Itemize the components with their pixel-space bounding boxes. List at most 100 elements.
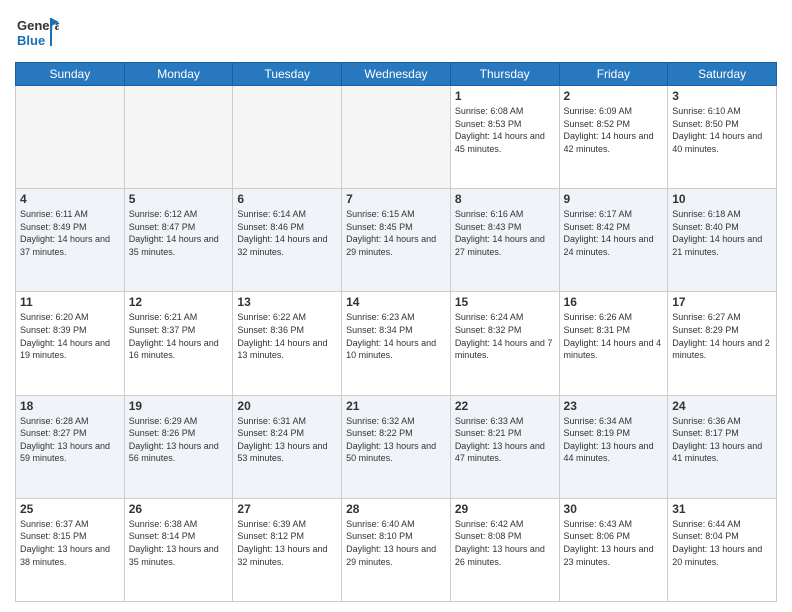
calendar-cell: [233, 86, 342, 189]
calendar-cell: 22 Sunrise: 6:33 AMSunset: 8:21 PMDayligh…: [450, 395, 559, 498]
day-number: 15: [455, 295, 555, 309]
calendar-cell: 2 Sunrise: 6:09 AMSunset: 8:52 PMDaylight…: [559, 86, 668, 189]
week-row-2: 11 Sunrise: 6:20 AMSunset: 8:39 PMDayligh…: [16, 292, 777, 395]
day-number: 10: [672, 192, 772, 206]
calendar-cell: 28 Sunrise: 6:40 AMSunset: 8:10 PMDayligh…: [342, 498, 451, 601]
day-number: 27: [237, 502, 337, 516]
day-number: 19: [129, 399, 229, 413]
week-row-3: 18 Sunrise: 6:28 AMSunset: 8:27 PMDayligh…: [16, 395, 777, 498]
day-info: Sunrise: 6:18 AMSunset: 8:40 PMDaylight:…: [672, 208, 772, 258]
day-info: Sunrise: 6:42 AMSunset: 8:08 PMDaylight:…: [455, 518, 555, 568]
day-header-saturday: Saturday: [668, 63, 777, 86]
calendar-cell: 26Sunrise: 6:38 AMSunset: 8:14 PMDayligh…: [124, 498, 233, 601]
calendar-cell: 18 Sunrise: 6:28 AMSunset: 8:27 PMDayligh…: [16, 395, 125, 498]
day-info: Sunrise: 6:38 AMSunset: 8:14 PMDaylight:…: [129, 518, 229, 568]
day-number: 6: [237, 192, 337, 206]
day-header-sunday: Sunday: [16, 63, 125, 86]
day-header-thursday: Thursday: [450, 63, 559, 86]
calendar-cell: 29 Sunrise: 6:42 AMSunset: 8:08 PMDayligh…: [450, 498, 559, 601]
calendar-cell: 19 Sunrise: 6:29 AMSunset: 8:26 PMDayligh…: [124, 395, 233, 498]
day-number: 18: [20, 399, 120, 413]
day-number: 23: [564, 399, 664, 413]
day-info: Sunrise: 6:26 AMSunset: 8:31 PMDaylight:…: [564, 311, 664, 361]
day-info: Sunrise: 6:31 AMSunset: 8:24 PMDaylight:…: [237, 415, 337, 465]
calendar-cell: 9Sunrise: 6:17 AMSunset: 8:42 PMDaylight…: [559, 189, 668, 292]
day-number: 2: [564, 89, 664, 103]
calendar-cell: 8 Sunrise: 6:16 AMSunset: 8:43 PMDaylight…: [450, 189, 559, 292]
day-number: 11: [20, 295, 120, 309]
day-number: 20: [237, 399, 337, 413]
calendar-header-row: SundayMondayTuesdayWednesdayThursdayFrid…: [16, 63, 777, 86]
day-number: 3: [672, 89, 772, 103]
day-info: Sunrise: 6:16 AMSunset: 8:43 PMDaylight:…: [455, 208, 555, 258]
day-info: Sunrise: 6:11 AMSunset: 8:49 PMDaylight:…: [20, 208, 120, 258]
day-number: 21: [346, 399, 446, 413]
logo-icon: General Blue: [15, 10, 59, 54]
day-number: 24: [672, 399, 772, 413]
day-info: Sunrise: 6:28 AMSunset: 8:27 PMDaylight:…: [20, 415, 120, 465]
day-number: 12: [129, 295, 229, 309]
day-number: 30: [564, 502, 664, 516]
calendar-cell: 20 Sunrise: 6:31 AMSunset: 8:24 PMDayligh…: [233, 395, 342, 498]
day-info: Sunrise: 6:32 AMSunset: 8:22 PMDaylight:…: [346, 415, 446, 465]
day-number: 1: [455, 89, 555, 103]
day-info: Sunrise: 6:23 AMSunset: 8:34 PMDaylight:…: [346, 311, 446, 361]
calendar-cell: 11 Sunrise: 6:20 AMSunset: 8:39 PMDayligh…: [16, 292, 125, 395]
day-info: Sunrise: 6:20 AMSunset: 8:39 PMDaylight:…: [20, 311, 120, 361]
page: General Blue SundayMondayTuesdayWednesda…: [0, 0, 792, 612]
svg-text:Blue: Blue: [17, 33, 45, 48]
day-number: 4: [20, 192, 120, 206]
calendar-cell: 15 Sunrise: 6:24 AMSunset: 8:32 PMDayligh…: [450, 292, 559, 395]
day-header-monday: Monday: [124, 63, 233, 86]
day-info: Sunrise: 6:21 AMSunset: 8:37 PMDaylight:…: [129, 311, 229, 361]
day-info: Sunrise: 6:29 AMSunset: 8:26 PMDaylight:…: [129, 415, 229, 465]
calendar-cell: 25 Sunrise: 6:37 AMSunset: 8:15 PMDayligh…: [16, 498, 125, 601]
day-number: 22: [455, 399, 555, 413]
calendar-cell: 27 Sunrise: 6:39 AMSunset: 8:12 PMDayligh…: [233, 498, 342, 601]
calendar-cell: 31Sunrise: 6:44 AMSunset: 8:04 PMDayligh…: [668, 498, 777, 601]
day-info: Sunrise: 6:37 AMSunset: 8:15 PMDaylight:…: [20, 518, 120, 568]
day-info: Sunrise: 6:40 AMSunset: 8:10 PMDaylight:…: [346, 518, 446, 568]
day-info: Sunrise: 6:39 AMSunset: 8:12 PMDaylight:…: [237, 518, 337, 568]
day-info: Sunrise: 6:14 AMSunset: 8:46 PMDaylight:…: [237, 208, 337, 258]
week-row-0: 1 Sunrise: 6:08 AMSunset: 8:53 PMDaylight…: [16, 86, 777, 189]
day-info: Sunrise: 6:36 AMSunset: 8:17 PMDaylight:…: [672, 415, 772, 465]
day-number: 7: [346, 192, 446, 206]
calendar-cell: 24 Sunrise: 6:36 AMSunset: 8:17 PMDayligh…: [668, 395, 777, 498]
day-info: Sunrise: 6:24 AMSunset: 8:32 PMDaylight:…: [455, 311, 555, 361]
calendar: SundayMondayTuesdayWednesdayThursdayFrid…: [15, 62, 777, 602]
calendar-cell: 16Sunrise: 6:26 AMSunset: 8:31 PMDayligh…: [559, 292, 668, 395]
calendar-cell: [16, 86, 125, 189]
day-info: Sunrise: 6:17 AMSunset: 8:42 PMDaylight:…: [564, 208, 664, 258]
day-header-friday: Friday: [559, 63, 668, 86]
calendar-cell: 21 Sunrise: 6:32 AMSunset: 8:22 PMDayligh…: [342, 395, 451, 498]
calendar-cell: 7 Sunrise: 6:15 AMSunset: 8:45 PMDaylight…: [342, 189, 451, 292]
calendar-cell: 10 Sunrise: 6:18 AMSunset: 8:40 PMDayligh…: [668, 189, 777, 292]
day-info: Sunrise: 6:33 AMSunset: 8:21 PMDaylight:…: [455, 415, 555, 465]
day-info: Sunrise: 6:08 AMSunset: 8:53 PMDaylight:…: [455, 105, 555, 155]
calendar-cell: 23 Sunrise: 6:34 AMSunset: 8:19 PMDayligh…: [559, 395, 668, 498]
calendar-cell: [342, 86, 451, 189]
calendar-cell: [124, 86, 233, 189]
day-header-tuesday: Tuesday: [233, 63, 342, 86]
day-number: 31: [672, 502, 772, 516]
calendar-cell: 13Sunrise: 6:22 AMSunset: 8:36 PMDayligh…: [233, 292, 342, 395]
day-number: 13: [237, 295, 337, 309]
day-number: 25: [20, 502, 120, 516]
calendar-cell: 12 Sunrise: 6:21 AMSunset: 8:37 PMDayligh…: [124, 292, 233, 395]
day-info: Sunrise: 6:15 AMSunset: 8:45 PMDaylight:…: [346, 208, 446, 258]
day-info: Sunrise: 6:12 AMSunset: 8:47 PMDaylight:…: [129, 208, 229, 258]
calendar-cell: 5Sunrise: 6:12 AMSunset: 8:47 PMDaylight…: [124, 189, 233, 292]
week-row-4: 25 Sunrise: 6:37 AMSunset: 8:15 PMDayligh…: [16, 498, 777, 601]
day-number: 28: [346, 502, 446, 516]
day-number: 29: [455, 502, 555, 516]
calendar-cell: 30Sunrise: 6:43 AMSunset: 8:06 PMDayligh…: [559, 498, 668, 601]
day-number: 8: [455, 192, 555, 206]
calendar-cell: 14 Sunrise: 6:23 AMSunset: 8:34 PMDayligh…: [342, 292, 451, 395]
day-header-wednesday: Wednesday: [342, 63, 451, 86]
day-number: 14: [346, 295, 446, 309]
day-info: Sunrise: 6:34 AMSunset: 8:19 PMDaylight:…: [564, 415, 664, 465]
calendar-cell: 1 Sunrise: 6:08 AMSunset: 8:53 PMDaylight…: [450, 86, 559, 189]
day-info: Sunrise: 6:09 AMSunset: 8:52 PMDaylight:…: [564, 105, 664, 155]
calendar-cell: 17Sunrise: 6:27 AMSunset: 8:29 PMDayligh…: [668, 292, 777, 395]
